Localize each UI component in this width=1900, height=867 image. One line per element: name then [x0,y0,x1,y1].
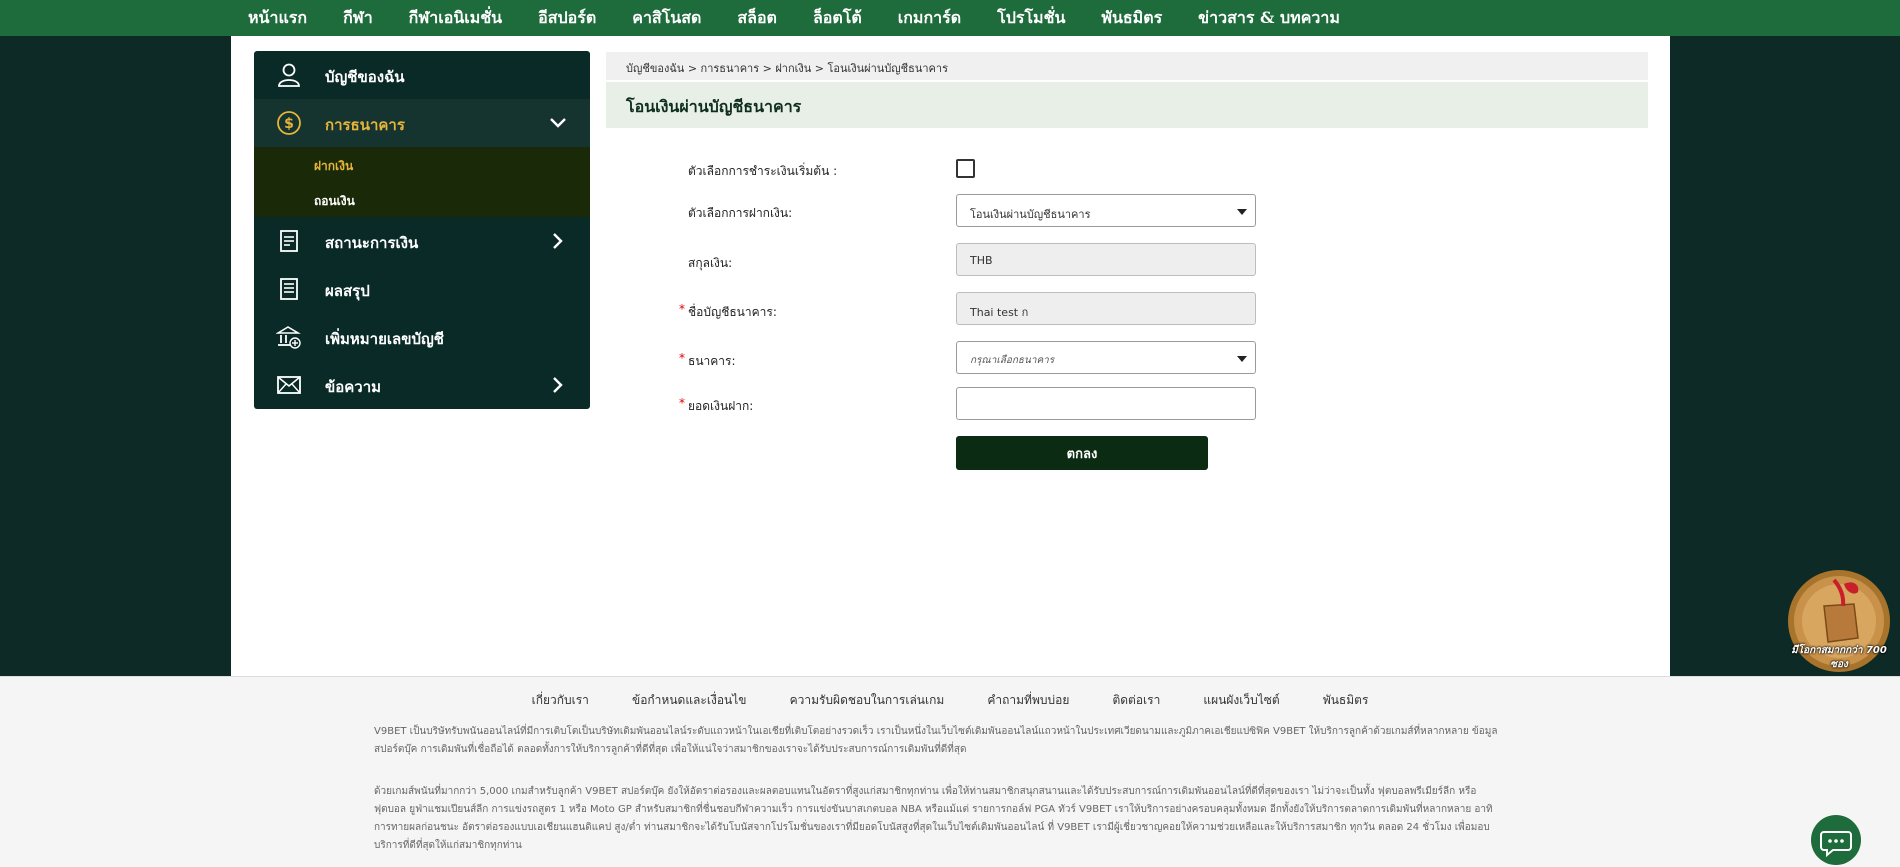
promo-badge[interactable]: มีโอกาสมากกว่า 700 ซอง [1786,566,1892,676]
receipt-icon [280,230,298,252]
footer-links: เกี่ยวกับเรา ข้อกำหนดและเงื่อนไข ความรับ… [0,689,1900,710]
sidebar-item-label: เพิ่มหมายเลขบัญชี [325,330,444,348]
sidebar-item-add-account[interactable]: เพิ่มหมายเลขบัญชี [254,313,590,361]
footer-link-about[interactable]: เกี่ยวกับเรา [532,691,589,710]
footer-about-text: V9BET เป็นบริษัทรับพนันออนไลน์ที่มีการเต… [374,726,1498,755]
envelope-icon [277,376,301,394]
sidebar-item-label: สถานะการเงิน [325,234,419,252]
sidebar-item-summary[interactable]: ผลสรุป [254,265,590,313]
footer-link-affiliates[interactable]: พันธมิตร [1323,691,1369,710]
deposit-option-select[interactable]: โอนเงินผ่านบัญชีธนาคาร [956,194,1256,227]
top-navigation: หน้าแรก กีฬา กีฬาเอนิเมชั่น อีสปอร์ต คาส… [0,0,1900,36]
footer-link-contact[interactable]: ติดต่อเรา [1112,691,1160,710]
amount-label-text: ยอดเงินฝาก: [688,399,754,413]
breadcrumb-bar: บัญชีของฉัน > การธนาคาร > ฝากเงิน > โอนเ… [606,52,1648,80]
breadcrumb: บัญชีของฉัน > การธนาคาร > ฝากเงิน > โอนเ… [626,62,948,75]
required-mark: * [679,351,685,365]
default-payment-checkbox[interactable] [956,159,975,178]
sidebar-item-label: การธนาคาร [325,116,405,134]
sidebar-item-label: ข้อความ [325,378,382,396]
footer-link-faq[interactable]: คำถามที่พบบ่อย [987,691,1069,710]
caret-down-icon [1237,356,1247,362]
bank-placeholder: กรุณาเลือกธนาคาร [970,355,1055,366]
sidebar-item-label: บัญชีของฉัน [325,68,405,86]
sidebar-item-account[interactable]: บัญชีของฉัน [254,51,590,99]
account-sidebar: บัญชีของฉัน $ การธนาคาร ฝากเงิน ถอนเงิน … [254,51,590,409]
sidebar-item-messages[interactable]: ข้อความ [254,361,590,409]
nav-promotions[interactable]: โปรโมชั่น [997,6,1065,31]
submenu-deposit[interactable]: ฝากเงิน [314,157,353,176]
footer-link-terms[interactable]: ข้อกำหนดและเงื่อนไข [632,691,746,710]
amount-input[interactable] [956,387,1256,420]
sidebar-item-label: ผลสรุป [325,282,370,300]
footer-link-responsible-gaming[interactable]: ความรับผิดชอบในการเล่นเกม [790,691,945,710]
chevron-right-icon [553,377,563,393]
chat-button[interactable] [1811,815,1861,865]
nav-card-games[interactable]: เกมการ์ด [898,6,961,31]
chevron-right-icon [553,233,563,249]
nav-affiliates[interactable]: พันธมิตร [1101,6,1162,31]
bank-add-icon [276,326,301,349]
submenu-withdraw[interactable]: ถอนเงิน [314,192,355,211]
footer: เกี่ยวกับเรา ข้อกำหนดและเงื่อนไข ความรับ… [0,676,1900,867]
chevron-down-icon [550,118,566,128]
submit-button[interactable]: ตกลง [956,436,1208,470]
footer-games-text: ด้วยเกมส์พนันที่มากกว่า 5,000 เกมสำหรับล… [374,786,1493,851]
banking-submenu: ฝากเงิน ถอนเงิน [254,147,590,217]
promo-badge-text: มีโอกาสมากกว่า 700 ซอง [1791,645,1887,670]
bank-select[interactable]: กรุณาเลือกธนาคาร [956,341,1256,374]
currency-label: สกุลเงิน: [688,256,733,270]
bank-label: * ธนาคาร: [679,351,736,371]
nav-slots[interactable]: สล็อต [737,6,777,31]
account-name-value: Thai test ก [970,306,1029,319]
deposit-option-value: โอนเงินผ่านบัญชีธนาคาร [970,208,1091,221]
nav-news[interactable]: ข่าวสาร & บทความ [1198,6,1340,31]
nav-esports[interactable]: อีสปอร์ต [538,6,596,31]
page-title: โอนเงินผ่านบัญชีธนาคาร [626,97,802,116]
account-name-label-text: ชื่อบัญชีธนาคาร: [688,305,777,319]
required-mark: * [679,396,685,410]
sidebar-item-finance-status[interactable]: สถานะการเงิน [254,217,590,265]
nav-live-casino[interactable]: คาสิโนสด [632,6,701,31]
bank-label-text: ธนาคาร: [688,354,736,368]
title-bar: โอนเงินผ่านบัญชีธนาคาร [606,82,1648,128]
nav-sports[interactable]: กีฬา [343,6,373,31]
required-mark: * [679,302,685,316]
caret-down-icon [1237,209,1247,215]
amount-label: * ยอดเงินฝาก: [679,396,754,416]
account-name-field: Thai test ก [956,292,1256,325]
nav-lotto[interactable]: ล็อตโต้ [813,6,862,31]
account-name-label: * ชื่อบัญชีธนาคาร: [679,302,777,322]
nav-home[interactable]: หน้าแรก [248,6,307,31]
footer-link-sitemap[interactable]: แผนผังเว็บไซต์ [1203,691,1279,710]
currency-field: THB [956,243,1256,276]
sidebar-item-banking[interactable]: $ การธนาคาร [254,99,590,147]
dollar-coin-icon: $ [277,111,301,135]
svg-text:$: $ [284,116,294,132]
chat-bubble-icon [1820,831,1852,858]
currency-value: THB [970,254,993,267]
default-payment-label: ตัวเลือกการชำระเงินเริ่มต้น : [688,164,838,178]
list-document-icon [280,278,298,300]
nav-animated-sports[interactable]: กีฬาเอนิเมชั่น [409,6,502,31]
user-icon [278,63,300,87]
deposit-option-label: ตัวเลือกการฝากเงิน: [688,206,793,220]
